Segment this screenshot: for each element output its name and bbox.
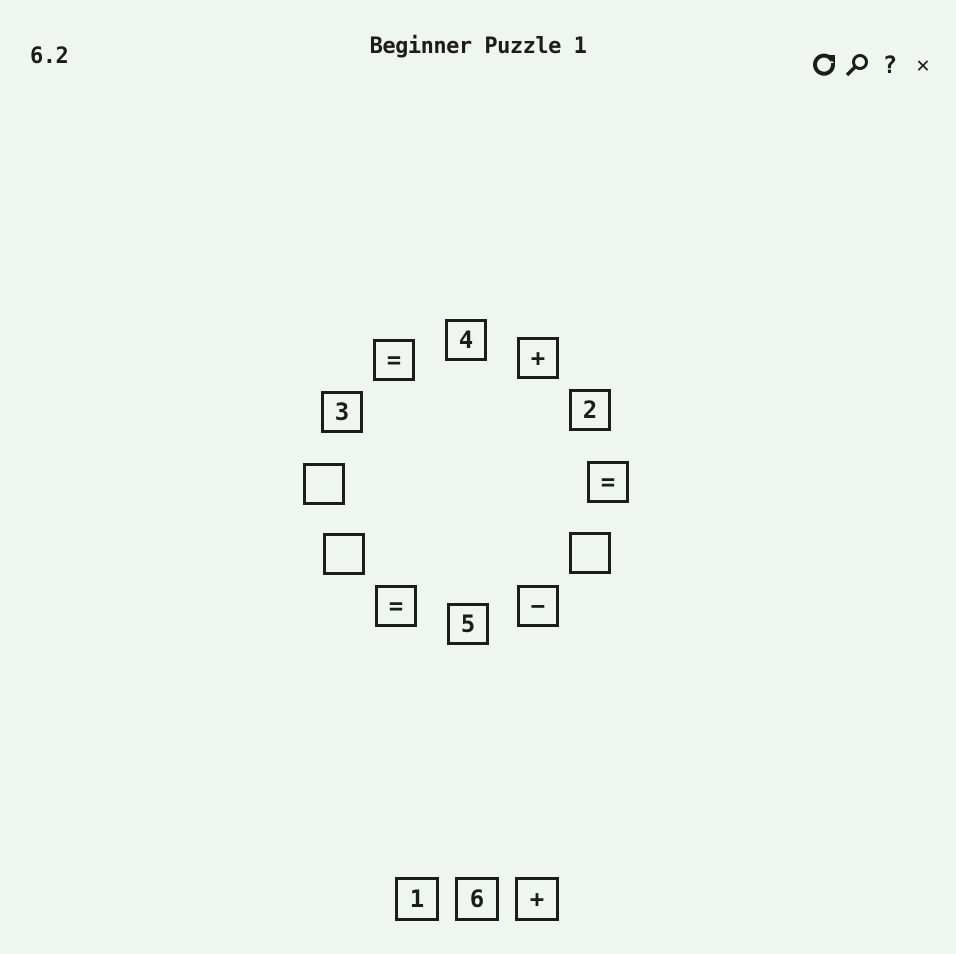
ring-tile[interactable]: 3 <box>321 391 363 433</box>
ring-tile[interactable]: = <box>373 339 415 381</box>
ring-tile-empty[interactable] <box>323 533 365 575</box>
ring-tile[interactable]: 4 <box>445 319 487 361</box>
ring-tile[interactable]: 5 <box>447 603 489 645</box>
ring-tile-empty[interactable] <box>569 532 611 574</box>
tray-tile[interactable]: 6 <box>455 877 499 921</box>
puzzle-board: 4 + 2 = − 5 = 3 = <box>0 0 956 954</box>
ring-tile-empty[interactable] <box>303 463 345 505</box>
ring-tile[interactable]: 2 <box>569 389 611 431</box>
ring-tile[interactable]: − <box>517 585 559 627</box>
ring-tile[interactable]: + <box>517 337 559 379</box>
tray-tile[interactable]: + <box>515 877 559 921</box>
tray-tile[interactable]: 1 <box>395 877 439 921</box>
ring-tile[interactable]: = <box>375 585 417 627</box>
ring-tile[interactable]: = <box>587 461 629 503</box>
